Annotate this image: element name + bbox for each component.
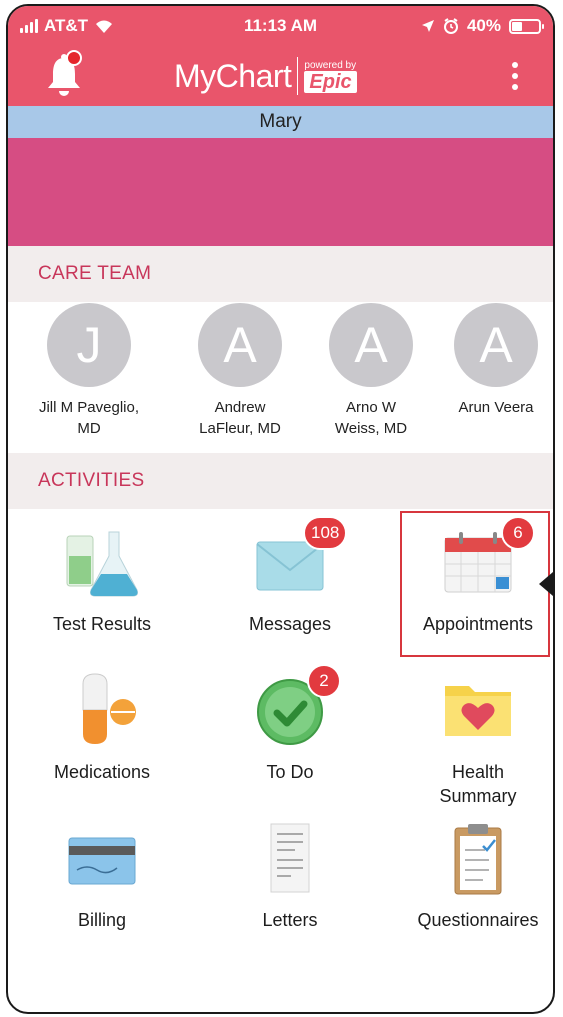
activity-questionnaires[interactable]: Questionnaires xyxy=(388,818,553,932)
activity-messages[interactable]: 108 Messages xyxy=(200,516,380,636)
activity-health-summary[interactable]: Health Summary xyxy=(388,670,553,808)
activity-label-line2: Summary xyxy=(439,786,517,806)
credit-card-icon xyxy=(57,818,147,898)
activity-label: Letters xyxy=(262,910,318,930)
pointer-arrow-icon xyxy=(539,572,553,596)
activity-label: Questionnaires xyxy=(417,910,539,930)
care-team-member[interactable]: A Andrew LaFleur, MD xyxy=(165,303,315,439)
epic-logo: Epic xyxy=(304,70,357,93)
location-arrow-icon xyxy=(421,20,434,32)
logo-text: MyChart xyxy=(174,57,292,94)
care-team-heading: CARE TEAM xyxy=(8,246,553,302)
member-name-line1: Arno W xyxy=(345,399,396,416)
activity-label: Messages xyxy=(248,614,332,634)
avatar: A xyxy=(198,303,282,387)
envelope-icon: 108 xyxy=(245,516,348,602)
alarm-icon xyxy=(443,18,458,34)
mychart-logo: MyChart powered by Epic xyxy=(174,54,357,98)
app-header: AT&T 11:13 AM 40% MyChart powered by Epi… xyxy=(8,6,553,106)
member-name: Andrew LaFleur, MD xyxy=(165,397,315,439)
lab-beaker-icon xyxy=(57,522,147,602)
todo-count-badge: 2 xyxy=(307,664,341,698)
member-name-line2: Weiss, MD xyxy=(334,420,408,437)
care-team-list: J Jill M Paveglio, MD A Andrew LaFleur, … xyxy=(8,303,553,451)
letter-document-icon xyxy=(245,818,335,898)
avatar: A xyxy=(454,303,538,387)
status-bar: AT&T 11:13 AM 40% xyxy=(8,6,553,48)
care-team-member[interactable]: J Jill M Paveglio, MD xyxy=(14,303,164,439)
phone-screen: AT&T 11:13 AM 40% MyChart powered by Epi… xyxy=(6,4,555,1014)
member-name-line1: Arun Veera xyxy=(458,399,534,416)
activity-billing[interactable]: Billing xyxy=(12,818,192,932)
member-name-line2: MD xyxy=(77,420,101,437)
activity-label: Test Results xyxy=(52,614,152,634)
more-options-icon[interactable] xyxy=(505,58,525,94)
member-name-line1: Jill M Paveglio, xyxy=(38,399,140,416)
unread-count-badge: 108 xyxy=(303,516,348,550)
clipboard-icon xyxy=(433,818,523,898)
member-name-line2: LaFleur, MD xyxy=(199,420,281,437)
avatar: A xyxy=(329,303,413,387)
avatar: J xyxy=(47,303,131,387)
battery-percent: 40% xyxy=(466,16,501,35)
battery-icon xyxy=(509,18,544,34)
heart-folder-icon xyxy=(433,670,523,750)
pill-icon xyxy=(57,670,147,750)
activity-label: To Do xyxy=(266,762,314,782)
member-name-line1: Andrew xyxy=(214,399,266,416)
activity-medications[interactable]: Medications xyxy=(12,670,192,784)
care-team-member[interactable]: A Arun Veera xyxy=(421,303,553,418)
powered-by: powered by Epic xyxy=(304,59,357,93)
patient-banner xyxy=(8,138,553,246)
patient-name-bar[interactable]: Mary xyxy=(8,106,553,138)
status-right: 40% xyxy=(421,16,544,36)
appointments-highlight xyxy=(400,511,550,657)
activity-label: Health Summary xyxy=(388,760,553,808)
activity-label-line1: Health xyxy=(451,762,505,782)
member-name: Arun Veera xyxy=(421,397,553,418)
member-name: Jill M Paveglio, MD xyxy=(14,397,164,439)
activity-label: Billing xyxy=(77,910,127,930)
powered-by-label: powered by xyxy=(304,59,357,71)
activity-test-results[interactable]: Test Results xyxy=(12,522,192,636)
notification-bell-icon[interactable] xyxy=(44,50,84,98)
activity-to-do[interactable]: 2 To Do xyxy=(200,664,380,784)
activity-label: Medications xyxy=(53,762,151,782)
activities-heading: ACTIVITIES xyxy=(8,453,553,509)
checkmark-icon: 2 xyxy=(245,664,341,750)
logo-divider xyxy=(297,57,299,95)
activity-letters[interactable]: Letters xyxy=(200,818,380,932)
notification-dot xyxy=(66,50,82,66)
